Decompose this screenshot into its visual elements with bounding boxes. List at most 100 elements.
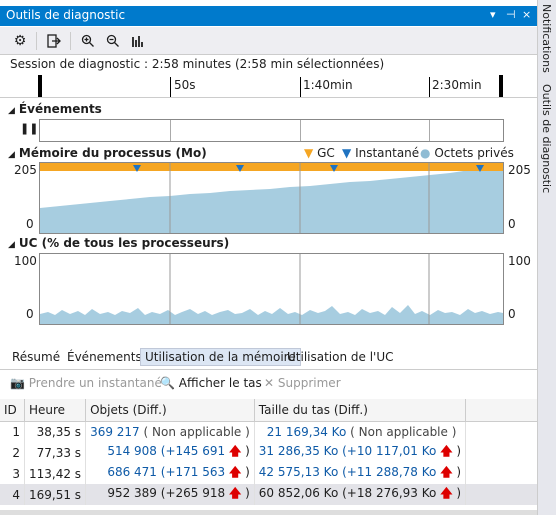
tab-summary[interactable]: Résumé bbox=[12, 350, 60, 364]
heap-link[interactable]: 21 169,34 Ko bbox=[267, 425, 347, 439]
memory-y-min: 0 bbox=[26, 217, 34, 231]
selection-start-handle[interactable] bbox=[38, 75, 42, 97]
table-row[interactable]: 2 77,33 s 514 908 (+145 691 🡅 ) 31 286,3… bbox=[0, 442, 537, 463]
column-header-objects[interactable]: Objets (Diff.) bbox=[85, 399, 255, 422]
delete-button[interactable]: ✕ Supprimer bbox=[264, 376, 341, 390]
legend-snapshot: ▼ Instantané bbox=[342, 146, 420, 160]
heap-link[interactable]: 31 286,35 Ko bbox=[259, 444, 339, 458]
events-section-title[interactable]: ◢ Événements bbox=[8, 102, 102, 116]
window-title: Outils de diagnostic bbox=[6, 8, 126, 22]
objects-diff: ( Non applicable ) bbox=[143, 425, 250, 439]
cpu-chart[interactable] bbox=[39, 253, 504, 325]
session-summary: Session de diagnostic : 2:58 minutes (2:… bbox=[10, 57, 385, 71]
pause-icon[interactable]: ❚❚ bbox=[20, 122, 38, 135]
memory-section-title[interactable]: ◢ Mémoire du processus (Mo) bbox=[8, 146, 207, 160]
increase-arrow-icon: 🡅 bbox=[440, 465, 453, 479]
events-track bbox=[39, 119, 504, 142]
objects-value[interactable]: 952 389 bbox=[107, 486, 157, 500]
row-id: 3 bbox=[0, 463, 25, 484]
ruler-tick-label: 1:40min bbox=[303, 78, 353, 92]
row-id: 1 bbox=[0, 421, 25, 442]
objects-diff-link[interactable]: (+171 563 bbox=[161, 465, 225, 479]
column-header-filler bbox=[465, 399, 537, 422]
reset-zoom-icon[interactable] bbox=[128, 31, 148, 51]
row-objects: 514 908 (+145 691 🡅 ) bbox=[85, 442, 255, 463]
heap-diff-link[interactable]: (+11 288,78 Ko bbox=[342, 465, 436, 479]
row-objects: 686 471 (+171 563 🡅 ) bbox=[85, 463, 255, 484]
memory-chart[interactable] bbox=[39, 162, 504, 234]
row-heap: 42 575,13 Ko (+11 288,78 Ko 🡅 ) bbox=[254, 463, 467, 484]
selection-end-handle[interactable] bbox=[499, 75, 503, 97]
heap-diff-value[interactable]: (+18 276,93 Ko bbox=[342, 486, 436, 500]
table-row[interactable]: 1 38,35 s 369 217 ( Non applicable ) 21 … bbox=[0, 421, 537, 442]
ruler-tick bbox=[170, 77, 171, 97]
dropdown-icon[interactable]: ▾ bbox=[490, 8, 496, 21]
row-filler bbox=[465, 484, 537, 505]
bottom-scroll-area[interactable] bbox=[0, 510, 537, 515]
row-time: 77,33 s bbox=[24, 442, 87, 463]
objects-link[interactable]: 369 217 bbox=[90, 425, 140, 439]
cpu-usage-area bbox=[40, 305, 503, 324]
column-header-id[interactable]: ID bbox=[0, 399, 25, 422]
ruler-tick-label: 2:30min bbox=[432, 78, 482, 92]
diagnostic-tools-window: Outils de diagnostic ▾ ⊣ × ⚙ Session de … bbox=[0, 0, 537, 515]
grid-line bbox=[170, 120, 171, 141]
heap-diff-link[interactable]: (+10 117,01 Ko bbox=[342, 444, 436, 458]
tab-events[interactable]: Événements bbox=[67, 350, 142, 364]
private-bytes-area bbox=[40, 166, 503, 233]
column-header-time[interactable]: Heure bbox=[24, 399, 87, 422]
row-filler bbox=[466, 463, 537, 484]
zoom-in-icon[interactable] bbox=[78, 31, 98, 51]
heap-link[interactable]: 42 575,13 Ko bbox=[259, 465, 339, 479]
timeline-ruler[interactable]: 50s 1:40min 2:30min bbox=[0, 75, 537, 98]
row-id: 4 bbox=[0, 484, 25, 505]
diagnostic-tools-tab[interactable]: Outils de diagnostic bbox=[540, 84, 553, 193]
settings-icon[interactable]: ⚙ bbox=[10, 31, 30, 51]
toolbar-separator bbox=[36, 32, 37, 50]
increase-arrow-icon: 🡅 bbox=[228, 444, 242, 458]
table-row-selected[interactable]: 4 169,51 s 952 389 (+265 918 🡅 ) 60 852,… bbox=[0, 484, 537, 505]
increase-arrow-icon: 🡅 bbox=[228, 465, 242, 479]
ruler-tick bbox=[429, 77, 430, 97]
grid-line bbox=[429, 120, 430, 141]
row-time: 38,35 s bbox=[24, 421, 87, 442]
table-row[interactable]: 3 113,42 s 686 471 (+171 563 🡅 ) 42 575,… bbox=[0, 463, 537, 484]
row-objects: 952 389 (+265 918 🡅 ) bbox=[85, 484, 255, 505]
pin-icon[interactable]: ⊣ bbox=[506, 8, 516, 21]
ruler-tick bbox=[300, 77, 301, 97]
objects-diff-link[interactable]: (+145 691 bbox=[161, 444, 225, 458]
heap-value[interactable]: 60 852,06 Ko bbox=[259, 486, 339, 500]
gc-band bbox=[40, 163, 503, 171]
delete-icon: ✕ bbox=[264, 376, 275, 390]
memory-y-min-right: 0 bbox=[508, 217, 516, 231]
tab-memory-usage[interactable]: Utilisation de la mémoire bbox=[140, 348, 301, 366]
export-icon[interactable] bbox=[44, 31, 64, 51]
zoom-out-icon[interactable] bbox=[103, 31, 123, 51]
close-icon[interactable]: × bbox=[522, 8, 531, 21]
row-filler bbox=[466, 442, 537, 463]
objects-diff-value[interactable]: (+265 918 bbox=[161, 486, 225, 500]
details-tabs: Résumé Événements Utilisation de la mémo… bbox=[0, 347, 537, 370]
tab-cpu-usage[interactable]: Utilisation de l'UC bbox=[287, 350, 394, 364]
row-time: 113,42 s bbox=[24, 463, 87, 484]
camera-icon: 📷 bbox=[10, 376, 25, 390]
objects-link[interactable]: 686 471 bbox=[107, 465, 157, 479]
column-header-heap-size[interactable]: Taille du tas (Diff.) bbox=[254, 399, 467, 422]
row-heap: 60 852,06 Ko (+18 276,93 Ko 🡅 ) bbox=[254, 484, 467, 505]
view-heap-button[interactable]: 🔍 Afficher le tas bbox=[160, 376, 262, 390]
ruler-tick-label: 50s bbox=[174, 78, 196, 92]
memory-y-max-right: 205 bbox=[508, 163, 531, 177]
toolbar-separator bbox=[70, 32, 71, 50]
grid-line bbox=[300, 120, 301, 141]
toolbar: ⚙ bbox=[0, 27, 537, 55]
cpu-y-max-right: 100 bbox=[508, 254, 531, 268]
snapshot-table: ID Heure Objets (Diff.) Taille du tas (D… bbox=[0, 399, 537, 505]
row-time: 169,51 s bbox=[24, 484, 87, 505]
cpu-y-max: 100 bbox=[14, 254, 37, 268]
take-snapshot-button[interactable]: 📷 Prendre un instantané bbox=[10, 376, 162, 390]
memory-y-max: 205 bbox=[14, 163, 37, 177]
cpu-section-title[interactable]: ◢ UC (% de tous les processeurs) bbox=[8, 236, 229, 250]
row-heap: 21 169,34 Ko ( Non applicable ) bbox=[254, 421, 467, 442]
objects-link[interactable]: 514 908 bbox=[107, 444, 157, 458]
notifications-tab[interactable]: Notifications bbox=[540, 4, 553, 73]
